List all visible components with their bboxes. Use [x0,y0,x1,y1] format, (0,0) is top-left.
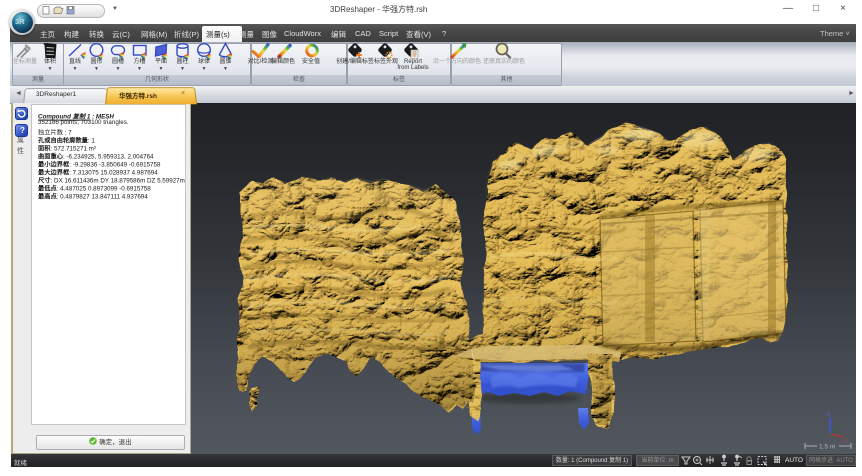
svg-text:x: x [844,438,847,444]
svg-text:1.5 m: 1.5 m [819,444,835,451]
svg-text:z: z [827,412,830,418]
